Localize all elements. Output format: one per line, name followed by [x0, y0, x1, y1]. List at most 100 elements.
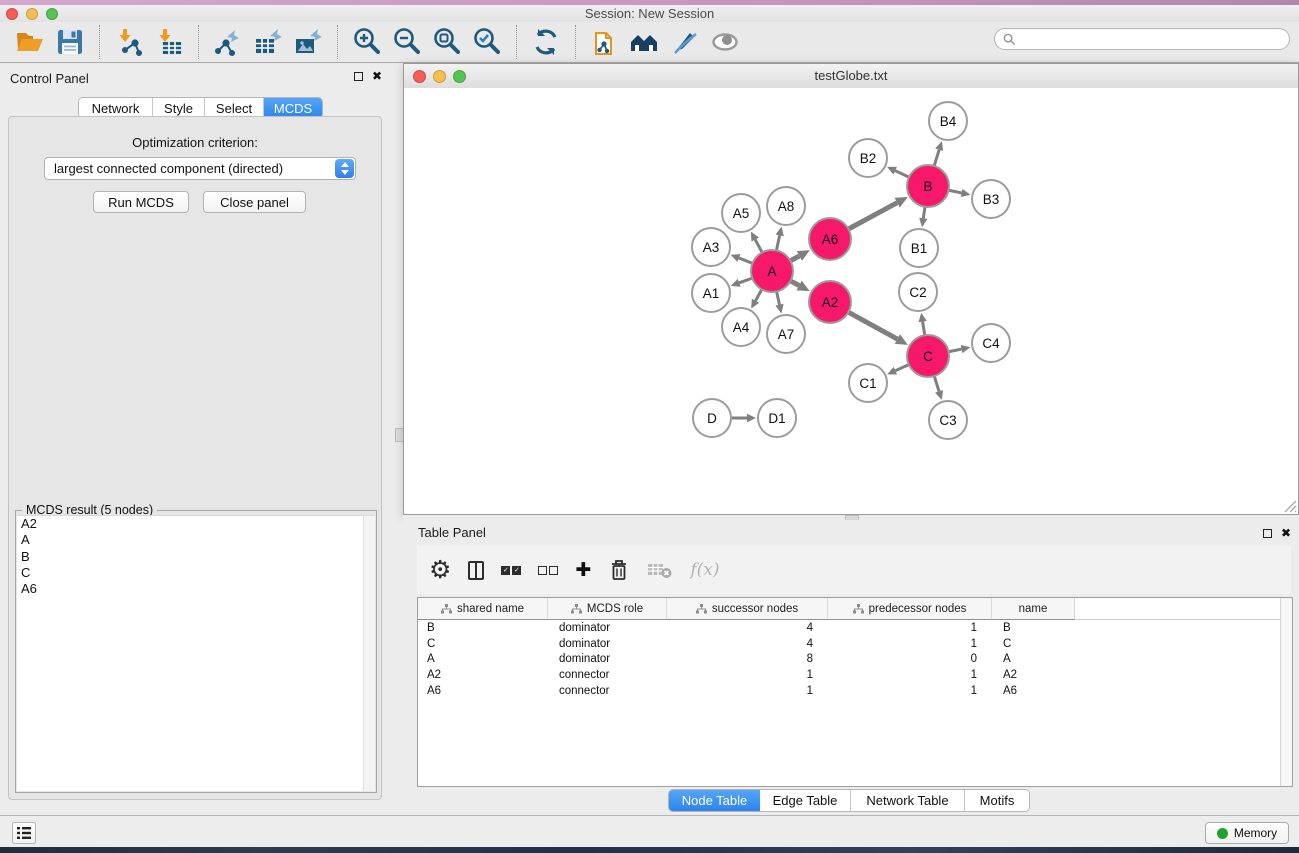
column-header-mcds-role[interactable]: MCDS role	[548, 598, 667, 620]
delete-column-icon[interactable]	[608, 555, 630, 585]
cell-mcds-role[interactable]: dominator	[548, 651, 667, 667]
graph-edge-A2-C[interactable]	[848, 312, 897, 339]
cell-mcds-role[interactable]: connector	[548, 667, 667, 683]
graph-edge-A-A1[interactable]	[739, 278, 752, 283]
graph-edge-A-A8[interactable]	[776, 235, 779, 250]
table-row[interactable]: A2 connector 1 1 A2	[418, 667, 1292, 683]
cell-predecessor-nodes[interactable]: 1	[828, 636, 992, 652]
zoom-fit-icon[interactable]	[430, 25, 464, 59]
tab-network-table[interactable]: Network Table	[851, 790, 965, 811]
tab-style[interactable]: Style	[153, 98, 205, 118]
column-header-predecessor-nodes[interactable]: predecessor nodes	[828, 598, 992, 620]
export-image-icon[interactable]	[291, 25, 325, 59]
cell-predecessor-nodes[interactable]: 1	[828, 667, 992, 683]
network-canvas[interactable]: B4B2BB3A8A5A6A3B1AA1C2A2A4A7C4CC1C3DD1	[404, 88, 1298, 514]
graph-edge-A6-B[interactable]	[848, 203, 897, 229]
cell-shared-name[interactable]: C	[418, 636, 548, 652]
close-panel-icon[interactable]: ✖	[372, 71, 382, 81]
import-table-icon[interactable]	[152, 25, 186, 59]
tab-motifs[interactable]: Motifs	[965, 790, 1029, 811]
table-scrollbar[interactable]	[1280, 598, 1292, 786]
select-all-columns-icon[interactable]: ✓✓	[501, 555, 521, 585]
zoom-in-icon[interactable]	[350, 25, 384, 59]
graph-edge-B-B2[interactable]	[895, 171, 909, 177]
cell-name[interactable]: A2	[992, 667, 1075, 683]
open-session-icon[interactable]	[13, 25, 47, 59]
memory-button[interactable]: Memory	[1205, 822, 1289, 844]
cell-name[interactable]: A6	[992, 683, 1075, 699]
show-columns-icon[interactable]	[468, 555, 484, 585]
export-table-icon[interactable]	[251, 25, 285, 59]
graph-edge-B-B1[interactable]	[923, 207, 925, 219]
column-header-shared-name[interactable]: shared name	[418, 598, 548, 620]
table-row[interactable]: A dominator 8 0 A	[418, 651, 1292, 667]
graph-edge-A-A3[interactable]	[739, 258, 753, 263]
hide-annotations-icon[interactable]	[668, 25, 702, 59]
result-list-item[interactable]: A2	[17, 516, 375, 532]
tab-network[interactable]: Network	[79, 98, 153, 118]
cell-predecessor-nodes[interactable]: 0	[828, 651, 992, 667]
graph-edge-C-C1[interactable]	[895, 365, 908, 371]
result-list-item[interactable]: B	[17, 549, 375, 565]
tab-edge-table[interactable]: Edge Table	[760, 790, 851, 811]
cell-mcds-role[interactable]: connector	[548, 683, 667, 699]
cell-shared-name[interactable]: A2	[418, 667, 548, 683]
graph-edge-A-A4[interactable]	[756, 289, 762, 300]
refresh-view-icon[interactable]	[529, 25, 563, 59]
mcds-result-list[interactable]: A2 A B C A6	[17, 515, 375, 791]
unselect-all-columns-icon[interactable]	[538, 555, 558, 585]
clone-network-icon[interactable]	[588, 25, 622, 59]
float-panel-icon[interactable]	[1263, 529, 1272, 538]
graph-edge-A-A7[interactable]	[777, 291, 780, 304]
network-graph[interactable]: B4B2BB3A8A5A6A3B1AA1C2A2A4A7C4CC1C3DD1	[404, 88, 1298, 514]
graph-edge-B-B4[interactable]	[934, 150, 939, 166]
close-panel-button[interactable]: Close panel	[203, 191, 306, 213]
resize-grip-icon[interactable]	[1284, 500, 1297, 513]
zoom-selected-icon[interactable]	[470, 25, 504, 59]
session-titlebar[interactable]: Session: New Session	[0, 5, 1299, 23]
result-list-item[interactable]: A6	[17, 581, 375, 597]
graph-edge-A-A6[interactable]	[790, 256, 799, 261]
cell-successor-nodes[interactable]: 8	[667, 651, 828, 667]
cell-name[interactable]: C	[992, 636, 1075, 652]
tab-mcds[interactable]: MCDS	[264, 98, 322, 118]
criterion-dropdown[interactable]: largest connected component (directed)	[44, 157, 356, 180]
run-mcds-button[interactable]: Run MCDS	[93, 191, 189, 213]
column-header-successor-nodes[interactable]: successor nodes	[667, 598, 828, 620]
cell-name[interactable]: B	[992, 620, 1075, 636]
cell-successor-nodes[interactable]: 1	[667, 667, 828, 683]
graph-edge-A-A5[interactable]	[755, 239, 762, 252]
table-row[interactable]: B dominator 4 1 B	[418, 620, 1292, 636]
cell-mcds-role[interactable]: dominator	[548, 636, 667, 652]
result-list-item[interactable]: A	[17, 532, 375, 548]
graph-edge-C-C4[interactable]	[949, 349, 962, 352]
export-network-icon[interactable]	[211, 25, 245, 59]
cell-predecessor-nodes[interactable]: 1	[828, 620, 992, 636]
destroy-table-icon[interactable]	[647, 555, 673, 585]
graph-edge-C-C2[interactable]	[923, 322, 925, 336]
graph-edge-C-C3[interactable]	[934, 376, 939, 391]
graph-edge-B-B3[interactable]	[949, 190, 962, 193]
table-row[interactable]: C dominator 4 1 C	[418, 636, 1292, 652]
network-window-titlebar[interactable]: testGlobe.txt	[404, 64, 1298, 89]
function-builder-icon[interactable]: f(x)	[690, 555, 719, 585]
cell-successor-nodes[interactable]: 4	[667, 620, 828, 636]
cell-name[interactable]: A	[992, 651, 1075, 667]
tab-select[interactable]: Select	[205, 98, 264, 118]
column-header-name[interactable]: name	[992, 598, 1075, 620]
result-list-item[interactable]: C	[17, 565, 375, 581]
cell-successor-nodes[interactable]: 1	[667, 683, 828, 699]
cell-shared-name[interactable]: A	[418, 651, 548, 667]
cell-shared-name[interactable]: B	[418, 620, 548, 636]
search-input[interactable]	[1021, 31, 1289, 47]
cell-shared-name[interactable]: A6	[418, 683, 548, 699]
cell-successor-nodes[interactable]: 4	[667, 636, 828, 652]
zoom-out-icon[interactable]	[390, 25, 424, 59]
table-row[interactable]: A6 connector 1 1 A6	[418, 683, 1292, 699]
tab-node-table[interactable]: Node Table	[669, 790, 760, 811]
float-panel-icon[interactable]	[354, 72, 363, 81]
cell-mcds-role[interactable]: dominator	[548, 620, 667, 636]
import-network-icon[interactable]	[112, 25, 146, 59]
cell-predecessor-nodes[interactable]: 1	[828, 683, 992, 699]
dropdown-stepper-icon[interactable]	[335, 159, 354, 178]
